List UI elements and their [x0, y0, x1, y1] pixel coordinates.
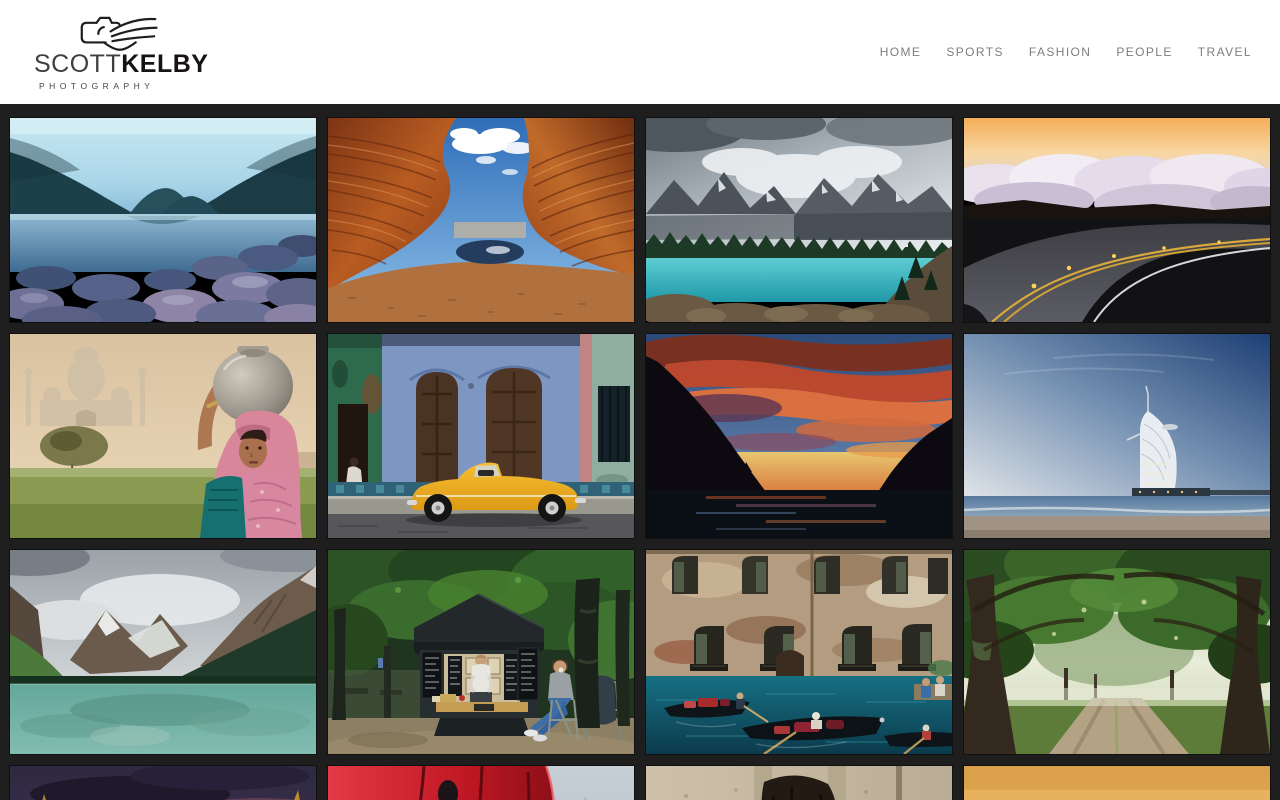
- photo-dusk-statues-art: [10, 766, 316, 800]
- photo-road-above-clouds[interactable]: [963, 117, 1271, 323]
- nav-item-travel[interactable]: TRAVEL: [1198, 45, 1252, 59]
- photo-red-umbrella[interactable]: [327, 765, 635, 800]
- photo-wave-sandstone-art: [328, 118, 634, 322]
- photo-stone-wall-portrait[interactable]: [645, 765, 953, 800]
- photo-fiery-sunset-lake[interactable]: [645, 333, 953, 539]
- photo-amber-sky-art: [964, 766, 1270, 800]
- photo-havana-yellow-car-art: [328, 334, 634, 538]
- brand-name-light: SCOTT: [34, 50, 122, 79]
- photo-acadia-lakeshore[interactable]: [9, 117, 317, 323]
- photo-fiery-sunset-lake-art: [646, 334, 952, 538]
- photo-paris-park-kiosk-art: [328, 550, 634, 754]
- brand-name: SCOTTKELBY: [34, 51, 208, 77]
- photo-taj-mahal-water-carrier-art: [10, 334, 316, 538]
- photo-oak-lane-art: [964, 550, 1270, 754]
- photo-burj-al-arab[interactable]: [963, 333, 1271, 539]
- photo-wave-sandstone[interactable]: [327, 117, 635, 323]
- camera-book-logo-icon: [80, 17, 158, 52]
- brand-name-bold: KELBY: [121, 50, 209, 79]
- brand-logo[interactable]: SCOTTKELBY PHOTOGRAPHY: [34, 13, 208, 91]
- photo-burj-al-arab-art: [964, 334, 1270, 538]
- photo-moraine-lake[interactable]: [645, 117, 953, 323]
- photo-lake-louise[interactable]: [9, 549, 317, 755]
- brand-text: SCOTTKELBY PHOTOGRAPHY: [34, 51, 208, 90]
- main-nav: HOME SPORTS FASHION PEOPLE TRAVEL: [880, 45, 1252, 59]
- nav-item-home[interactable]: HOME: [880, 45, 922, 59]
- nav-item-fashion[interactable]: FASHION: [1029, 45, 1091, 59]
- nav-item-sports[interactable]: SPORTS: [946, 45, 1004, 59]
- photo-stone-wall-portrait-art: [646, 766, 952, 800]
- photo-amber-sky[interactable]: [963, 765, 1271, 800]
- photo-havana-yellow-car[interactable]: [327, 333, 635, 539]
- photo-road-above-clouds-art: [964, 118, 1270, 322]
- site-header: SCOTTKELBY PHOTOGRAPHY HOME SPORTS FASHI…: [0, 0, 1280, 104]
- photo-venice-gondolas[interactable]: [645, 549, 953, 755]
- photo-paris-park-kiosk[interactable]: [327, 549, 635, 755]
- photo-oak-lane[interactable]: [963, 549, 1271, 755]
- photo-moraine-lake-art: [646, 118, 952, 322]
- photo-gallery: [0, 104, 1280, 800]
- photo-acadia-lakeshore-art: [10, 118, 316, 322]
- brand-tagline: PHOTOGRAPHY: [39, 80, 155, 91]
- photo-red-umbrella-art: [328, 766, 634, 800]
- photo-lake-louise-art: [10, 550, 316, 754]
- photo-taj-mahal-water-carrier[interactable]: [9, 333, 317, 539]
- photo-dusk-statues[interactable]: [9, 765, 317, 800]
- nav-item-people[interactable]: PEOPLE: [1116, 45, 1172, 59]
- photo-venice-gondolas-art: [646, 550, 952, 754]
